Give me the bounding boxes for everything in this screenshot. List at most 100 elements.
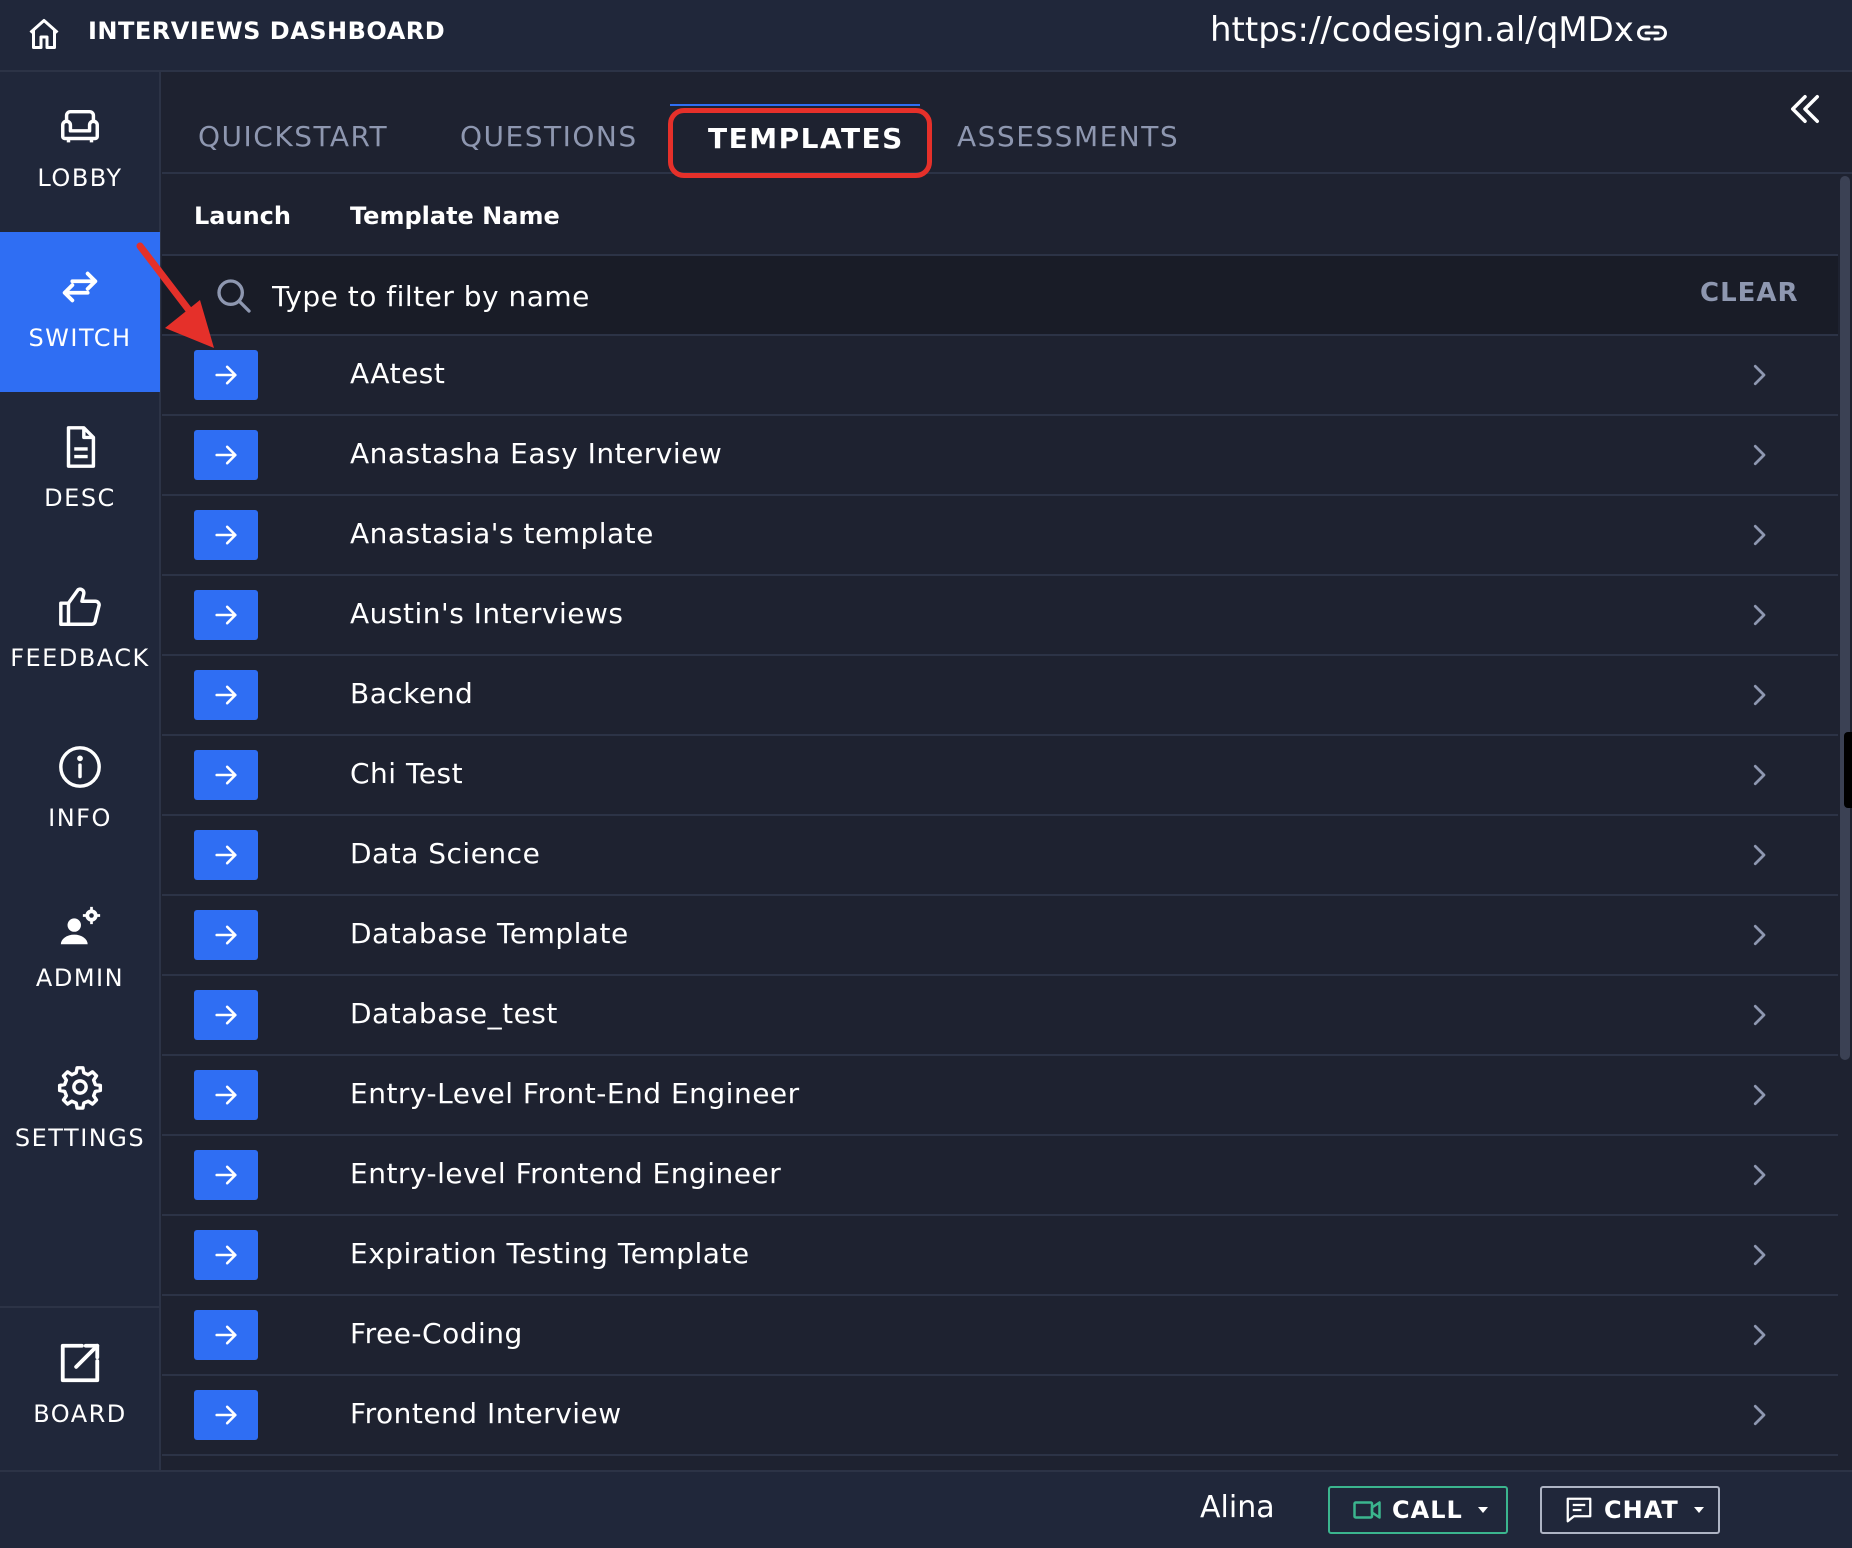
table-header: Launch Template Name [162, 176, 1838, 256]
chevron-right-icon[interactable] [1744, 520, 1774, 550]
collapse-panel-icon[interactable] [1784, 88, 1826, 130]
chevron-right-icon[interactable] [1744, 440, 1774, 470]
chevron-down-icon [1693, 1507, 1704, 1513]
table-row[interactable]: Entry-Level Front-End Engineer [162, 1056, 1838, 1136]
launch-button[interactable] [194, 1230, 258, 1280]
table-row[interactable]: Entry-level Frontend Engineer [162, 1136, 1838, 1216]
template-name: Anastasia's template [350, 517, 654, 550]
sidebar-item-board[interactable]: BOARD [0, 1308, 160, 1468]
sidebar-item-label: ADMIN [35, 964, 125, 992]
chat-label: CHAT [1604, 1496, 1679, 1524]
arrow-right-icon [215, 1325, 237, 1345]
chevron-right-icon[interactable] [1744, 1160, 1774, 1190]
chevron-right-icon[interactable] [1744, 1320, 1774, 1350]
launch-button[interactable] [194, 1150, 258, 1200]
sidebar-item-label: BOARD [33, 1400, 127, 1428]
user-name: Alina [1200, 1490, 1275, 1525]
user-gear-icon [60, 906, 101, 945]
call-label: CALL [1392, 1496, 1463, 1524]
link-icon[interactable] [1634, 15, 1670, 51]
home-icon[interactable] [26, 16, 62, 52]
table-row[interactable]: Austin's Interviews [162, 576, 1838, 656]
launch-button[interactable] [194, 830, 258, 880]
filter-input[interactable] [272, 270, 1472, 322]
tab-bar: QUICKSTART QUESTIONS TEMPLATES ASSESSMEN… [162, 72, 1852, 178]
table-row[interactable]: AAtest [162, 336, 1838, 416]
clear-filter-button[interactable]: CLEAR [1700, 278, 1799, 308]
arrow-right-icon [215, 845, 237, 865]
table-row[interactable]: Backend [162, 656, 1838, 736]
templates-panel: QUICKSTART QUESTIONS TEMPLATES ASSESSMEN… [162, 72, 1852, 1470]
chevron-right-icon[interactable] [1744, 840, 1774, 870]
launch-button[interactable] [194, 1310, 258, 1360]
sidebar-item-label: SWITCH [28, 324, 132, 352]
sidebar-item-label: DESC [44, 484, 116, 512]
sidebar-item-info[interactable]: INFO [0, 712, 160, 872]
sidebar-item-settings[interactable]: SETTINGS [0, 1032, 160, 1192]
sidebar-item-desc[interactable]: DESC [0, 392, 160, 552]
sidebar-item-lobby[interactable]: LOBBY [0, 72, 160, 232]
chat-icon [1566, 1497, 1592, 1523]
arrow-right-icon [215, 1085, 237, 1105]
table-row[interactable]: Anastasia's template [162, 496, 1838, 576]
template-name: Entry-Level Front-End Engineer [350, 1077, 800, 1110]
chevron-right-icon[interactable] [1744, 680, 1774, 710]
chevron-right-icon[interactable] [1744, 1000, 1774, 1030]
arrow-right-icon [215, 685, 237, 705]
template-name: Free-Coding [350, 1317, 523, 1350]
launch-button[interactable] [194, 670, 258, 720]
launch-button[interactable] [194, 1390, 258, 1440]
table-row[interactable]: Database_test [162, 976, 1838, 1056]
arrow-right-icon [215, 365, 237, 385]
table-row[interactable]: Anastasha Easy Interview [162, 416, 1838, 496]
launch-button[interactable] [194, 910, 258, 960]
launch-button[interactable] [194, 1070, 258, 1120]
sofa-icon [61, 109, 99, 143]
chevron-right-icon[interactable] [1744, 360, 1774, 390]
launch-button[interactable] [194, 990, 258, 1040]
call-button[interactable]: CALL [1328, 1486, 1508, 1534]
sidebar-item-switch[interactable]: SWITCH [0, 232, 160, 392]
table-row[interactable]: Chi Test [162, 736, 1838, 816]
app-title: INTERVIEWS DASHBOARD [88, 17, 446, 45]
top-bar: INTERVIEWS DASHBOARD https://codesign.al… [0, 0, 1852, 72]
tab-assessments[interactable]: ASSESSMENTS [957, 120, 1179, 153]
template-name: Frontend Interview [350, 1397, 622, 1430]
table-row[interactable]: Data Science [162, 816, 1838, 896]
scrollbar[interactable] [1838, 174, 1852, 1470]
table-row[interactable]: Database Template [162, 896, 1838, 976]
chevron-right-icon[interactable] [1744, 920, 1774, 950]
chevron-right-icon[interactable] [1744, 760, 1774, 790]
chevron-right-icon[interactable] [1744, 1400, 1774, 1430]
chat-button[interactable]: CHAT [1540, 1486, 1720, 1534]
table-row[interactable]: Expiration Testing Template [162, 1216, 1838, 1296]
scrollbar-thumb[interactable] [1840, 176, 1850, 1060]
template-name: Anastasha Easy Interview [350, 437, 723, 470]
sidebar: LOBBY SWITCH DESC FEEDBACK INFO ADMIN SE… [0, 72, 161, 1470]
session-url[interactable]: https://codesign.al/qMDx [1210, 10, 1634, 50]
sidebar-item-feedback[interactable]: FEEDBACK [0, 552, 160, 712]
sidebar-item-admin[interactable]: ADMIN [0, 872, 160, 1032]
sidebar-item-label: FEEDBACK [10, 644, 150, 672]
table-row[interactable]: Frontend Interview [162, 1376, 1838, 1456]
launch-button[interactable] [194, 350, 258, 400]
bottom-bar: Alina CALL CHAT [0, 1470, 1852, 1548]
tab-quickstart[interactable]: QUICKSTART [198, 120, 388, 153]
launch-button[interactable] [194, 750, 258, 800]
chevron-right-icon[interactable] [1744, 1240, 1774, 1270]
launch-button[interactable] [194, 430, 258, 480]
sidebar-item-label: INFO [48, 804, 112, 832]
chevron-right-icon[interactable] [1744, 600, 1774, 630]
sidebar-item-label: LOBBY [37, 164, 123, 192]
launch-button[interactable] [194, 590, 258, 640]
arrow-right-icon [215, 445, 237, 465]
arrow-right-icon [215, 1005, 237, 1025]
tab-questions[interactable]: QUESTIONS [460, 120, 638, 153]
template-name: Expiration Testing Template [350, 1237, 750, 1270]
chevron-right-icon[interactable] [1744, 1080, 1774, 1110]
table-row[interactable]: Free-Coding [162, 1296, 1838, 1376]
launch-button[interactable] [194, 510, 258, 560]
document-icon [66, 426, 96, 468]
filter-bar: CLEAR [162, 256, 1838, 336]
column-header-template-name[interactable]: Template Name [350, 202, 560, 230]
